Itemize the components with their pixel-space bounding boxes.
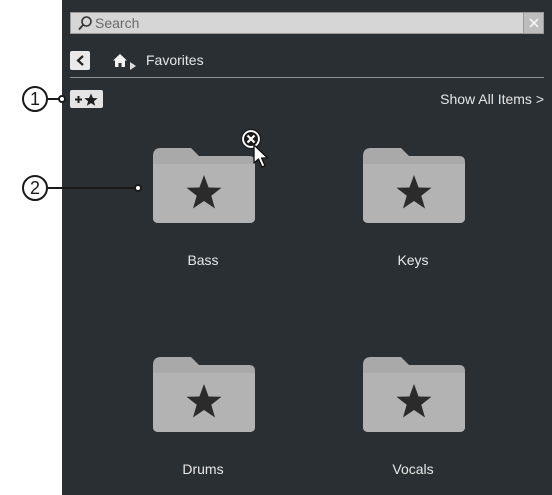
search-icon <box>77 15 93 31</box>
breadcrumb-separator-icon <box>130 57 136 75</box>
callout-1: 1 <box>22 86 48 112</box>
folder-star-icon <box>153 148 255 223</box>
search-input[interactable] <box>95 13 515 33</box>
breadcrumb-current: Favorites <box>146 52 204 68</box>
folder-label: Bass <box>187 252 219 268</box>
favorite-folder-vocals[interactable]: Vocals <box>353 355 473 485</box>
close-icon <box>529 18 539 28</box>
chevron-left-icon <box>76 55 84 66</box>
favorite-folder-drums[interactable]: Drums <box>143 355 263 485</box>
add-favorite-button[interactable] <box>70 90 103 108</box>
clear-search-button[interactable] <box>523 13 543 33</box>
mouse-cursor-icon <box>253 144 271 175</box>
folder-label: Keys <box>397 252 429 268</box>
folder-star-icon <box>153 357 255 432</box>
callout-2-line <box>48 187 136 189</box>
divider <box>70 77 544 78</box>
folder-star-icon <box>363 148 465 223</box>
favorite-folder-keys[interactable]: Keys <box>353 146 473 276</box>
callout-2-dot <box>134 184 142 192</box>
search-bar <box>70 12 544 34</box>
callout-2: 2 <box>22 175 48 201</box>
folder-star-icon <box>363 357 465 432</box>
folder-label: Vocals <box>392 461 434 477</box>
breadcrumb: Favorites <box>70 50 544 72</box>
add-favorite-star-icon <box>75 93 98 106</box>
home-icon[interactable] <box>112 53 128 73</box>
callout-1-dot <box>58 95 66 103</box>
back-button[interactable] <box>70 51 90 70</box>
folder-label: Drums <box>182 461 224 477</box>
favorite-folder-bass[interactable]: Bass <box>143 146 263 276</box>
show-all-items-link[interactable]: Show All Items > <box>440 91 544 107</box>
